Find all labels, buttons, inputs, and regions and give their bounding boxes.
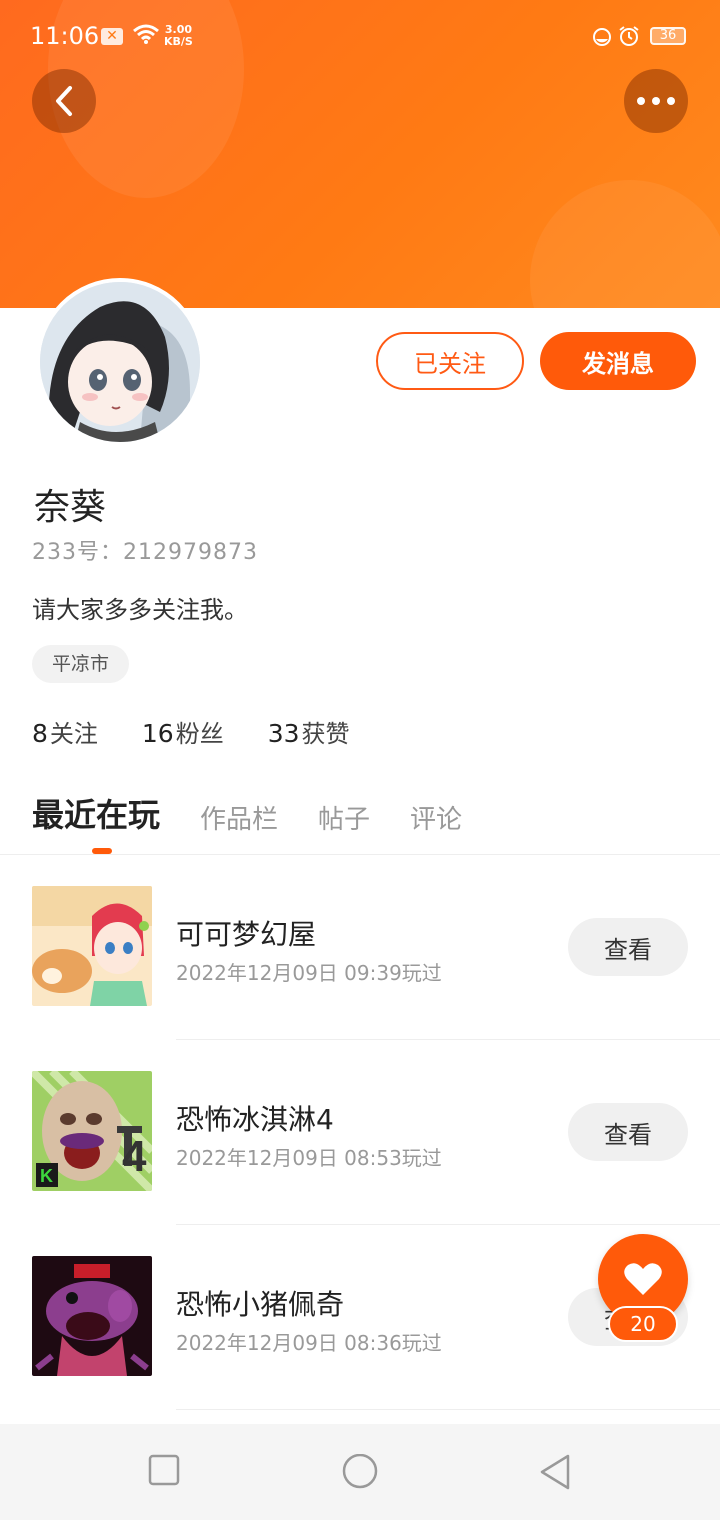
stat-value: 16 xyxy=(141,719,174,748)
game-name: 恐怖冰淇淋4 xyxy=(176,1103,334,1136)
stat-following[interactable]: 8 关注 xyxy=(32,714,98,749)
stat-value: 33 xyxy=(267,719,300,748)
tab-works[interactable]: 作品栏 xyxy=(200,799,278,836)
heart-icon xyxy=(624,1263,662,1295)
recent-apps-icon xyxy=(148,1454,180,1486)
like-count-badge: 20 xyxy=(608,1306,678,1342)
stats-row: 8 关注 16 粉丝 33 获赞 xyxy=(32,714,350,749)
bio: 请大家多多关注我。 xyxy=(32,596,248,624)
followed-button[interactable]: 已关注 xyxy=(376,332,524,390)
recent-apps-button[interactable] xyxy=(148,1454,180,1490)
status-bar: 11:06 ✕ 3.00 KB/S 36 xyxy=(0,0,720,72)
game-name: 可可梦幻屋 xyxy=(176,918,317,951)
back-button[interactable] xyxy=(32,69,96,133)
stat-label: 粉丝 xyxy=(175,720,224,748)
tab-comments[interactable]: 评论 xyxy=(410,799,462,836)
user-id: 233号：212979873 xyxy=(32,540,258,565)
game-thumbnail[interactable] xyxy=(32,886,152,1006)
svg-text:4: 4 xyxy=(122,1132,147,1181)
stat-label: 获赞 xyxy=(301,720,350,748)
stat-followers[interactable]: 16 粉丝 xyxy=(142,714,224,749)
wifi-icon xyxy=(132,24,160,50)
svg-text:K: K xyxy=(40,1166,53,1186)
list-item[interactable]: 4 K 恐怖冰淇淋4 2022年12月09日 08:53玩过 查看 xyxy=(0,1040,720,1225)
view-button[interactable]: 查看 xyxy=(568,1103,688,1161)
stat-likes[interactable]: 33 获赞 xyxy=(268,714,350,749)
chevron-left-icon xyxy=(56,86,72,116)
stat-value: 8 xyxy=(32,719,48,748)
home-icon xyxy=(342,1453,378,1489)
row-divider xyxy=(176,1409,720,1410)
game-thumbnail[interactable] xyxy=(32,1256,152,1376)
game-last-played: 2022年12月09日 08:53玩过 xyxy=(176,1146,442,1170)
network-speed: 3.00 KB/S xyxy=(164,24,193,48)
game-last-played: 2022年12月09日 09:39玩过 xyxy=(176,961,442,985)
back-triangle-icon xyxy=(540,1454,570,1490)
alarm-icon xyxy=(618,25,640,53)
location-tag: 平凉市 xyxy=(32,645,130,683)
stat-label: 关注 xyxy=(49,720,98,748)
profile-tabs: 最近在玩 作品栏 帖子 评论 xyxy=(32,786,502,836)
game-thumbnail[interactable]: 4 K xyxy=(32,1071,152,1191)
more-dots-icon xyxy=(637,97,675,105)
home-button[interactable] xyxy=(341,1453,379,1496)
tab-posts[interactable]: 帖子 xyxy=(318,799,370,836)
status-time: 11:06 xyxy=(30,22,100,50)
username: 奈葵 xyxy=(34,487,107,528)
system-nav-bar xyxy=(0,1424,720,1520)
game-name: 恐怖小猪佩奇 xyxy=(176,1288,345,1321)
avatar[interactable] xyxy=(36,278,204,446)
banner-decoration xyxy=(530,180,720,308)
do-not-disturb-icon xyxy=(592,27,612,53)
battery-indicator: 36 xyxy=(650,27,686,45)
send-message-button[interactable]: 发消息 xyxy=(540,332,696,390)
system-back-button[interactable] xyxy=(538,1454,572,1494)
list-item[interactable]: 可可梦幻屋 2022年12月09日 09:39玩过 查看 xyxy=(0,855,720,1040)
game-last-played: 2022年12月09日 08:36玩过 xyxy=(176,1331,442,1355)
notification-x-icon: ✕ xyxy=(101,28,123,45)
view-button[interactable]: 查看 xyxy=(568,918,688,976)
tab-recently-played[interactable]: 最近在玩 xyxy=(32,790,160,836)
speed-unit: KB/S xyxy=(164,35,193,48)
more-button[interactable] xyxy=(624,69,688,133)
